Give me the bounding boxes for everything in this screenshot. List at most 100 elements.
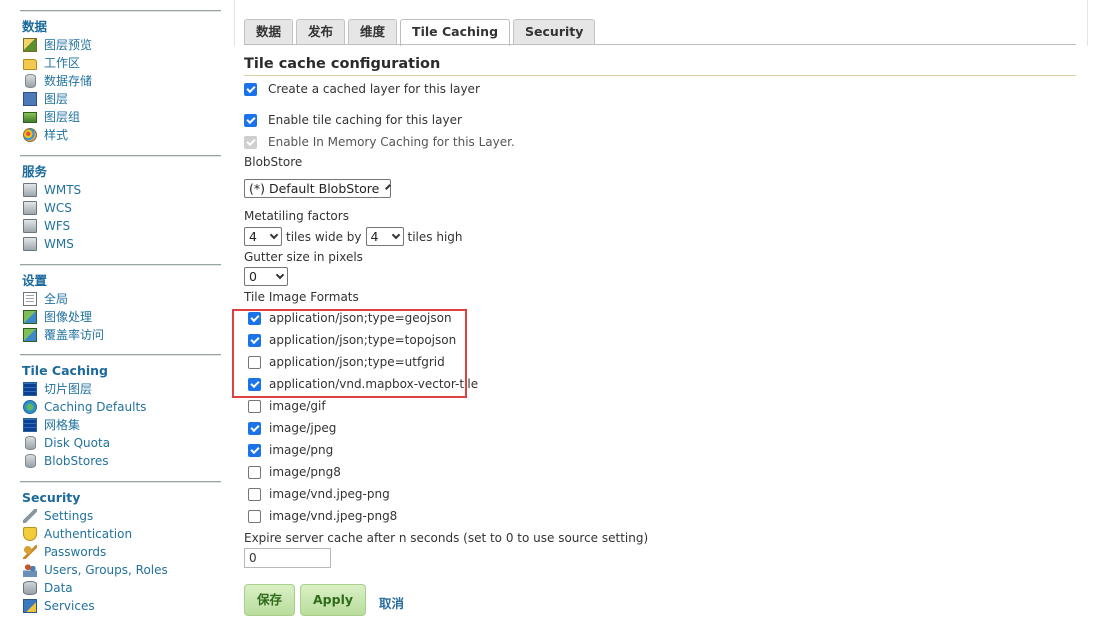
sidebar-item-label: WFS [44,219,71,233]
section-title: Tile cache configuration [244,56,441,72]
sidebar-item[interactable]: 图层组 [20,108,221,126]
sidebar-item[interactable]: 图层预览 [20,36,221,54]
sidebar-item-label: Disk Quota [44,436,111,450]
cancel-button[interactable]: 取消 [379,593,404,612]
service-icon [23,201,37,215]
blobstore-label: BlobStore [244,155,303,169]
shield-icon [23,527,37,541]
chevron-down-icon [391,230,400,239]
sidebar: 数据 图层预览 工作区 数据存储 图层 图层组 样式 服务 WMTS WCS WFS WMS 设置 全局图… [20,0,221,627]
sidebar-item-label: Caching Defaults [44,400,147,414]
blobstore-icon [25,454,36,468]
sidebar-item[interactable]: 工作区 [20,54,221,72]
metatile-high-value: 4 [370,229,379,244]
sidebar-item-label: 图层组 [44,110,81,124]
metatile-wide-select[interactable]: 4 [244,227,282,246]
sidebar-divider [20,10,221,12]
highlight-box [232,309,467,398]
expire-input[interactable]: 0 [244,548,331,568]
image-processing-icon [23,310,37,324]
service-icon [23,183,37,197]
wrench-icon [23,509,37,523]
create-cached-layer-checkbox[interactable] [244,82,257,96]
layer-icon [23,92,37,106]
sidebar-item[interactable]: 覆盖率访问 [20,326,221,344]
disk-quota-icon [25,436,36,450]
coverage-access-icon [23,328,37,342]
tab-1[interactable]: 发布 [296,19,346,45]
tab-3[interactable]: Tile Caching [400,19,511,46]
format-label: image/vnd.jpeg-png8 [269,509,398,523]
gutter-select[interactable]: 0 [244,267,288,286]
format-checkbox[interactable] [248,465,261,479]
metatiling-row: 4 tiles wide by 4 tiles high [244,227,463,246]
sidebar-item[interactable]: Settings [20,507,221,525]
format-checkbox[interactable] [248,399,261,413]
tab-bar: 数据 发布 维度 Tile Caching Security [244,19,598,46]
sidebar-item-label: 切片图层 [44,382,93,396]
sidebar-item-label: 网格集 [44,418,81,432]
format-checkbox[interactable] [248,509,261,523]
sidebar-item[interactable]: Caching Defaults [20,398,221,416]
sidebar-item-label: Users, Groups, Roles [44,563,168,577]
sidebar-item[interactable]: Disk Quota [20,434,221,452]
sidebar-item[interactable]: Services [20,597,221,615]
sidebar-item[interactable]: Users, Groups, Roles [20,561,221,579]
tiles-wide-by-label: tiles wide by [286,229,362,244]
chevron-down-icon [385,183,392,190]
sidebar-item[interactable]: 切片图层 [20,380,221,398]
sidebar-item[interactable]: BlobStores [20,452,221,470]
save-button[interactable]: 保存 [244,584,296,616]
sidebar-divider [20,264,221,266]
service-icon [23,219,37,233]
sidebar-item[interactable]: Data [20,579,221,597]
sidebar-item[interactable]: WFS [20,217,221,235]
sidebar-item[interactable]: WCS [20,199,221,217]
sidebar-item-label: BlobStores [44,454,109,468]
sidebar-item[interactable]: 图像处理 [20,308,221,326]
blobstore-select[interactable]: (*) Default BlobStore [244,179,392,198]
format-label: image/vnd.jpeg-png [269,487,390,501]
service-icon [23,237,37,251]
format-checkbox[interactable] [248,487,261,501]
tab-4[interactable]: Security [513,19,596,45]
tab-0[interactable]: 数据 [244,19,294,45]
sidebar-item[interactable]: 图层 [20,90,221,108]
sidebar-item[interactable]: 数据存储 [20,72,221,90]
sidebar-item[interactable]: Authentication [20,525,221,543]
formats-label: Tile Image Formats [244,290,359,304]
expire-row: 0 [244,548,331,568]
blobstore-select-value: (*) Default BlobStore [249,181,380,196]
sidebar-section-title: 设置 [22,273,48,288]
sidebar-section: Tile Caching 切片图层 Caching Defaults 网格集 Disk … [20,354,221,470]
sidebar-item-label: 数据存储 [44,74,93,88]
format-checkbox[interactable] [248,443,261,457]
sidebar-item-label: 样式 [44,128,69,142]
sidebar-item[interactable]: WMTS [20,181,221,199]
sidebar-item-label: Passwords [44,545,107,559]
enable-tile-caching-row: Enable tile caching for this layer [244,113,462,127]
sidebar-item[interactable]: WMS [20,235,221,253]
sidebar-item[interactable]: 全局 [20,290,221,308]
sidebar-item[interactable]: Passwords [20,543,221,561]
enable-tile-caching-checkbox[interactable] [244,113,257,127]
chevron-down-icon [275,270,285,279]
sidebar-item-label: WMS [44,237,74,251]
format-row: image/png [244,443,333,457]
section-divider [244,75,1076,76]
tiles-high-label: tiles high [407,229,463,244]
sidebar-item-label: Authentication [44,527,133,541]
apply-button[interactable]: Apply [300,584,367,616]
sidebar-section: 设置全局图像处理覆盖率访问 [20,264,221,344]
tab-2[interactable]: 维度 [348,19,398,45]
format-checkbox[interactable] [248,421,261,435]
sidebar-item-label: Settings [44,509,94,523]
sidebar-item-label: 图像处理 [44,310,93,324]
sidebar-item[interactable]: 样式 [20,126,221,144]
format-label: image/png [269,443,334,457]
sidebar-item[interactable]: 网格集 [20,416,221,434]
create-cached-layer-row: Create a cached layer for this layer [244,82,480,96]
palette-icon [23,128,37,142]
key-icon [23,545,37,559]
metatile-high-select[interactable]: 4 [365,227,404,246]
